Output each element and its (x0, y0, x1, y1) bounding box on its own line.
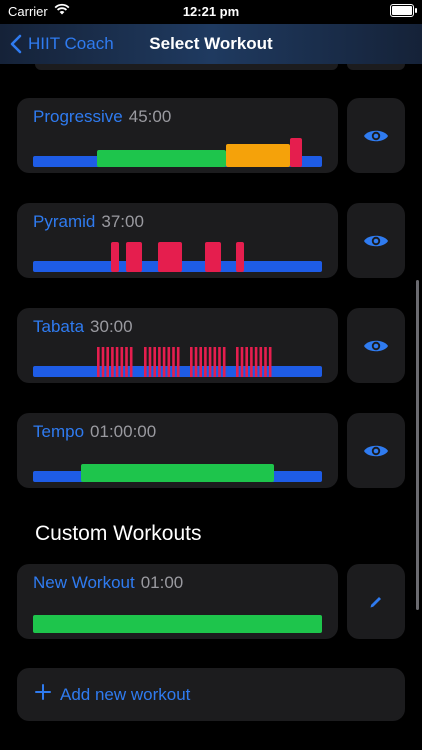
interval-bar (120, 347, 124, 377)
interval-bar (222, 347, 226, 377)
interval-bar (101, 347, 105, 377)
interval-bar (144, 347, 147, 377)
eye-icon (364, 340, 388, 351)
interval-bar (268, 347, 272, 377)
clock: 12:21 pm (182, 4, 240, 19)
interval-bar (236, 347, 239, 377)
interval-bar (167, 347, 171, 377)
interval-bar (245, 347, 248, 377)
intensity-chart (33, 464, 322, 482)
previous-card-remnant (35, 64, 338, 70)
workout-card-pyramid[interactable]: Pyramid 37:00 (17, 203, 338, 278)
interval-bar (204, 347, 207, 377)
eye-icon (364, 130, 388, 141)
workout-card-tempo[interactable]: Tempo 01:00:00 (17, 413, 338, 488)
interval-bar (259, 347, 263, 377)
interval-bar (97, 347, 100, 377)
interval-bar (153, 347, 156, 377)
interval-bar (129, 347, 133, 377)
pencil-icon (370, 596, 381, 607)
battery-icon (390, 4, 417, 17)
interval-bar (190, 347, 193, 377)
interval-bar (194, 347, 198, 377)
workout-card-tabata[interactable]: Tabata 30:00 (17, 308, 338, 383)
add-new-workout-label: Add new workout (60, 685, 191, 704)
preview-button-tempo[interactable] (347, 413, 405, 488)
interval-bar (250, 347, 253, 377)
preview-button-tabata[interactable] (347, 308, 405, 383)
section-title-custom-workouts: Custom Workouts (35, 522, 202, 545)
status-bar: Carrier 12:21 pm (0, 0, 422, 24)
preview-button-pyramid[interactable] (347, 203, 405, 278)
interval-bar (158, 347, 161, 377)
interval-bar (254, 347, 258, 377)
scroll-indicator[interactable] (416, 280, 419, 610)
intensity-chart (33, 347, 322, 377)
interval-bar (208, 347, 212, 377)
page-title: Select Workout (149, 34, 273, 53)
interval-bar (115, 347, 119, 377)
workout-card-progressive[interactable]: Progressive 45:00 (17, 98, 338, 173)
eye-icon (364, 445, 388, 456)
interval-bar (106, 347, 109, 377)
interval-bar (111, 347, 114, 377)
interval-bar (199, 347, 202, 377)
previous-action-remnant (347, 64, 405, 70)
intensity-chart (33, 615, 322, 633)
interval-bar (176, 347, 180, 377)
interval-bar (125, 347, 128, 377)
workout-card-new-workout[interactable]: New Workout 01:00 (17, 564, 338, 639)
eye-icon (364, 235, 388, 246)
interval-bar (264, 347, 267, 377)
interval-bar (240, 347, 244, 377)
interval-bar (148, 347, 152, 377)
interval-bar (213, 347, 217, 377)
edit-button-new-workout[interactable] (347, 564, 405, 639)
intensity-chart (33, 138, 322, 167)
preview-button-progressive[interactable] (347, 98, 405, 173)
plus-icon (35, 684, 51, 700)
add-new-workout-button[interactable]: Add new workout (17, 668, 405, 721)
interval-bar (172, 347, 175, 377)
navigation-bar: HIIT Coach Select Workout (0, 24, 422, 64)
intensity-chart (33, 242, 322, 272)
interval-bar (218, 347, 221, 377)
interval-bar (162, 347, 166, 377)
